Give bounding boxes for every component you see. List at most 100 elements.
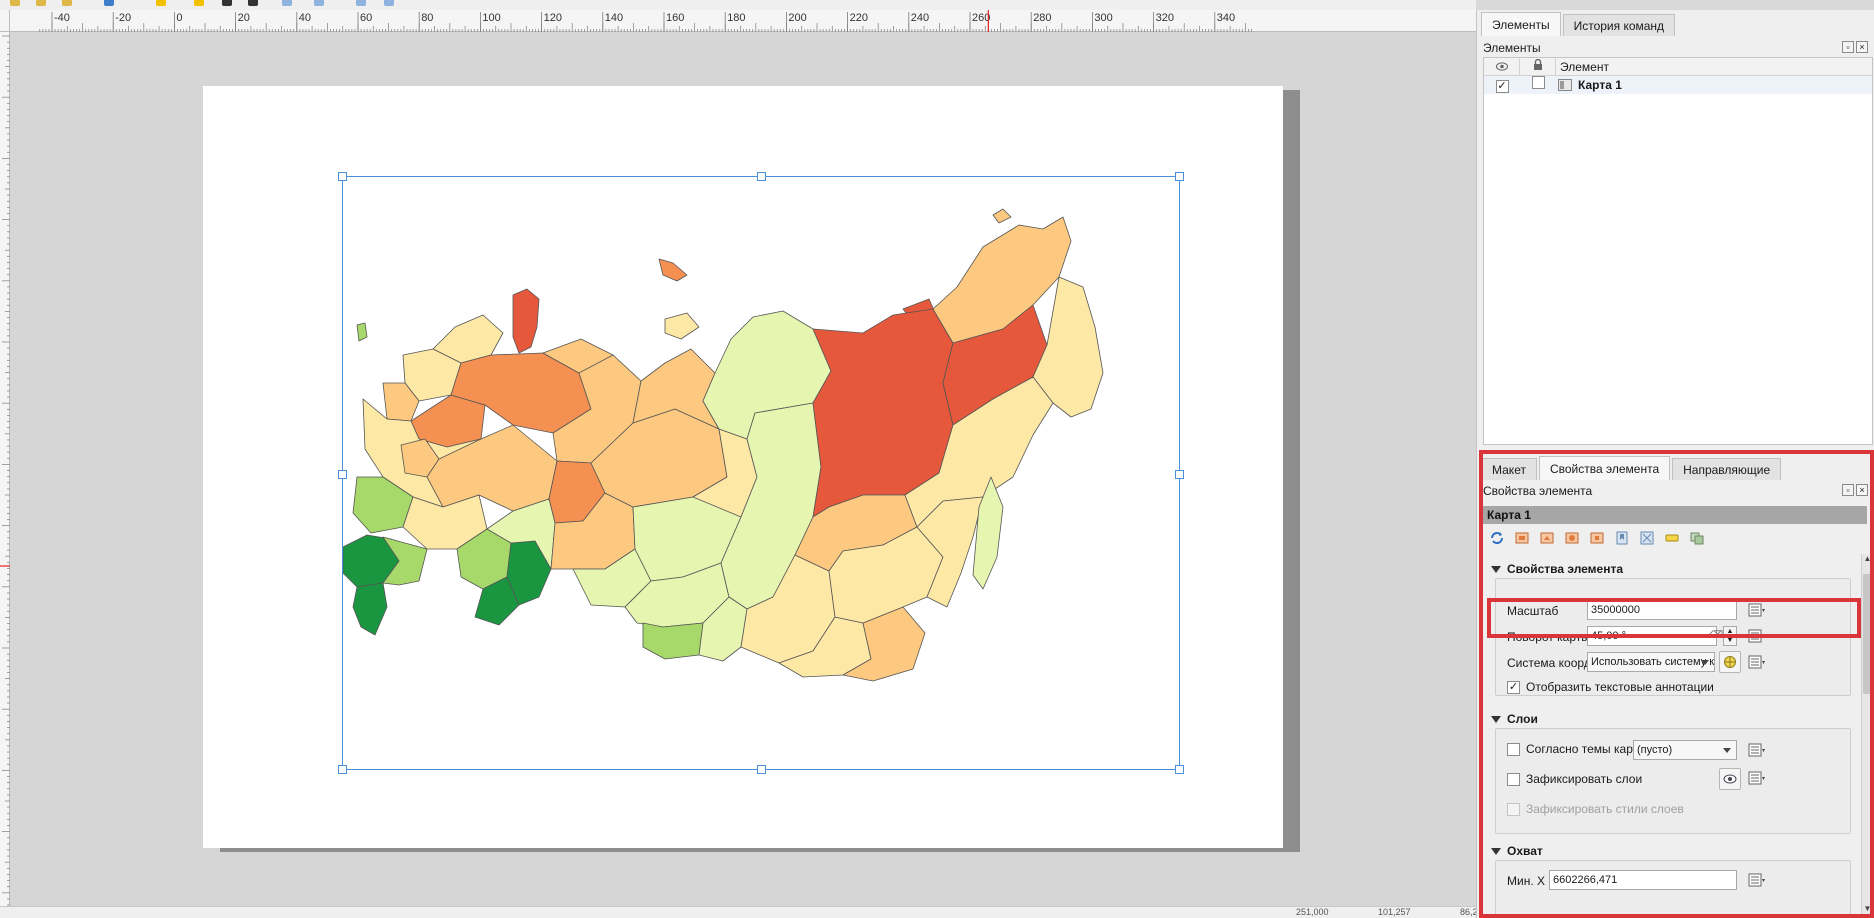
lock-styles-checkbox[interactable] <box>1507 802 1520 816</box>
pencil-icon[interactable] <box>36 0 46 6</box>
main-toolbar <box>0 0 1476 10</box>
ruler-label: 300 <box>1094 12 1112 24</box>
follow-theme-label: Согласно темы карты <box>1526 742 1647 756</box>
resize-handle-top-left[interactable] <box>338 172 347 181</box>
resize-handle-right[interactable] <box>1175 470 1184 479</box>
ruler-label: 280 <box>1033 12 1051 24</box>
crs-select[interactable]: Использовать систему кс <box>1587 652 1715 672</box>
resize-handle-bottom[interactable] <box>757 765 766 774</box>
resize-handle-bottom-right[interactable] <box>1175 765 1184 774</box>
resize-handle-top-right[interactable] <box>1175 172 1184 181</box>
horizontal-ruler[interactable]: -40 -20 0 20 40 60 80 100 120 140 160 180 200 220 240 2… <box>10 10 1476 32</box>
layout-canvas[interactable] <box>10 32 1476 906</box>
region-caucasus <box>352 582 388 636</box>
tab-item-properties[interactable]: Свойства элемента <box>1538 456 1671 480</box>
items-tree[interactable]: Элемент ✓ Карта 1 <box>1483 57 1873 445</box>
ruler-label: 320 <box>1156 12 1174 24</box>
draw-annotations-row[interactable]: ✓ Отобразить текстовые аннотации <box>1507 680 1714 694</box>
temporal-icon[interactable] <box>1637 528 1657 548</box>
tab-layout[interactable]: Макет <box>1481 458 1537 480</box>
eye-icon[interactable] <box>1484 58 1520 76</box>
pencil-icon[interactable] <box>62 0 72 6</box>
layers-visibility-button[interactable] <box>1719 768 1741 790</box>
resize-handle-bottom-left[interactable] <box>338 765 347 774</box>
scrollbar-thumb[interactable] <box>1863 574 1872 694</box>
map-theme-select[interactable]: (пусто) <box>1633 740 1737 760</box>
data-defined-override-icon[interactable] <box>1745 652 1769 672</box>
text-icon[interactable] <box>222 0 232 6</box>
scroll-up-icon[interactable]: ▲ <box>1862 554 1873 564</box>
resize-handle-top[interactable] <box>757 172 766 181</box>
vertical-ruler[interactable] <box>0 32 10 906</box>
lock-layers-row[interactable]: Зафиксировать слои <box>1507 772 1642 786</box>
tab-items[interactable]: Элементы <box>1481 12 1561 36</box>
close-icon[interactable]: × <box>1856 41 1868 53</box>
lock-layers-label: Зафиксировать слои <box>1526 772 1643 786</box>
view-extent-icon[interactable] <box>1537 528 1557 548</box>
rotation-input[interactable]: 45,00 ° <box>1587 626 1717 646</box>
tree-header-element[interactable]: Элемент <box>1556 58 1872 76</box>
label-settings-icon[interactable] <box>1662 528 1682 548</box>
bookmark-icon[interactable] <box>1612 528 1632 548</box>
rotation-spinner[interactable]: ▲ ▼ <box>1723 626 1737 646</box>
view-scale-icon[interactable] <box>1587 528 1607 548</box>
draw-annotations-checkbox[interactable]: ✓ <box>1507 680 1520 694</box>
collapse-arrow-icon[interactable] <box>1491 715 1501 723</box>
set-extent-icon[interactable] <box>1512 528 1532 548</box>
scale-input[interactable]: 35000000 <box>1587 600 1737 620</box>
tree-row[interactable]: ✓ Карта 1 <box>1484 76 1872 94</box>
data-defined-override-icon[interactable] <box>1745 870 1769 890</box>
cursor-x-readout: 251,000 <box>1296 907 1329 917</box>
shape-icon[interactable] <box>282 0 292 6</box>
map-item[interactable] <box>338 172 1184 774</box>
collapse-arrow-icon[interactable] <box>1491 847 1501 855</box>
collapse-arrow-icon[interactable] <box>1491 565 1501 573</box>
label-icon[interactable] <box>194 0 204 6</box>
text-icon[interactable] <box>248 0 258 6</box>
follow-theme-checkbox[interactable] <box>1507 742 1520 756</box>
ruler-label: 80 <box>421 12 433 24</box>
data-defined-override-icon[interactable] <box>1745 600 1769 620</box>
top-tabbar: Элементы История команд <box>1481 12 1677 36</box>
select-crs-button[interactable] <box>1719 651 1741 673</box>
refresh-preview-icon[interactable] <box>1487 528 1507 548</box>
tab-guides[interactable]: Направляющие <box>1672 458 1782 480</box>
group-layers[interactable]: Слои <box>1491 712 1538 726</box>
properties-panel-title: Свойства элемента <box>1483 484 1593 498</box>
ruler-label: 240 <box>911 12 929 24</box>
lock-layers-checkbox[interactable] <box>1507 772 1520 786</box>
ruler-label: 200 <box>788 12 806 24</box>
group-item-properties-title: Свойства элемента <box>1507 562 1624 576</box>
float-icon[interactable]: ▫ <box>1842 484 1854 496</box>
shape-icon[interactable] <box>314 0 324 6</box>
resize-handle-left[interactable] <box>338 470 347 479</box>
data-defined-override-icon[interactable] <box>1745 626 1769 646</box>
atlas-icon[interactable] <box>1687 528 1707 548</box>
tab-undo-history[interactable]: История команд <box>1562 14 1676 36</box>
min-x-input[interactable]: 6602266,471 <box>1549 870 1737 890</box>
float-icon[interactable]: ▫ <box>1842 41 1854 53</box>
label-icon[interactable] <box>156 0 166 6</box>
lock-styles-label: Зафиксировать стили слоев <box>1526 802 1684 816</box>
lock-icon[interactable] <box>1520 58 1556 76</box>
visibility-checkbox[interactable]: ✓ <box>1495 80 1509 93</box>
node-icon[interactable] <box>384 0 394 6</box>
scroll-down-icon[interactable]: ▼ <box>1862 904 1873 914</box>
properties-scroll-area[interactable]: Свойства элемента Масштаб 35000000 Повор… <box>1483 554 1867 918</box>
lock-checkbox[interactable] <box>1531 76 1545 89</box>
data-defined-override-icon[interactable] <box>1745 768 1769 788</box>
close-icon[interactable]: × <box>1856 484 1868 496</box>
data-defined-override-icon[interactable] <box>1745 740 1769 760</box>
ruler-label: -40 <box>54 12 70 24</box>
properties-scrollbar[interactable]: ▲ ▼ <box>1861 554 1873 914</box>
group-extent[interactable]: Охват <box>1491 844 1543 858</box>
set-scale-icon[interactable] <box>1562 528 1582 548</box>
clear-icon[interactable]: ⌫ <box>1709 630 1723 642</box>
ruler-corner <box>0 10 10 32</box>
lock-styles-row[interactable]: Зафиксировать стили слоев <box>1507 802 1684 816</box>
node-icon[interactable] <box>356 0 366 6</box>
refresh-icon[interactable] <box>104 0 114 6</box>
pencil-icon[interactable] <box>10 0 20 6</box>
group-item-properties[interactable]: Свойства элемента <box>1491 562 1623 576</box>
follow-theme-row[interactable]: Согласно темы карты <box>1507 742 1647 756</box>
